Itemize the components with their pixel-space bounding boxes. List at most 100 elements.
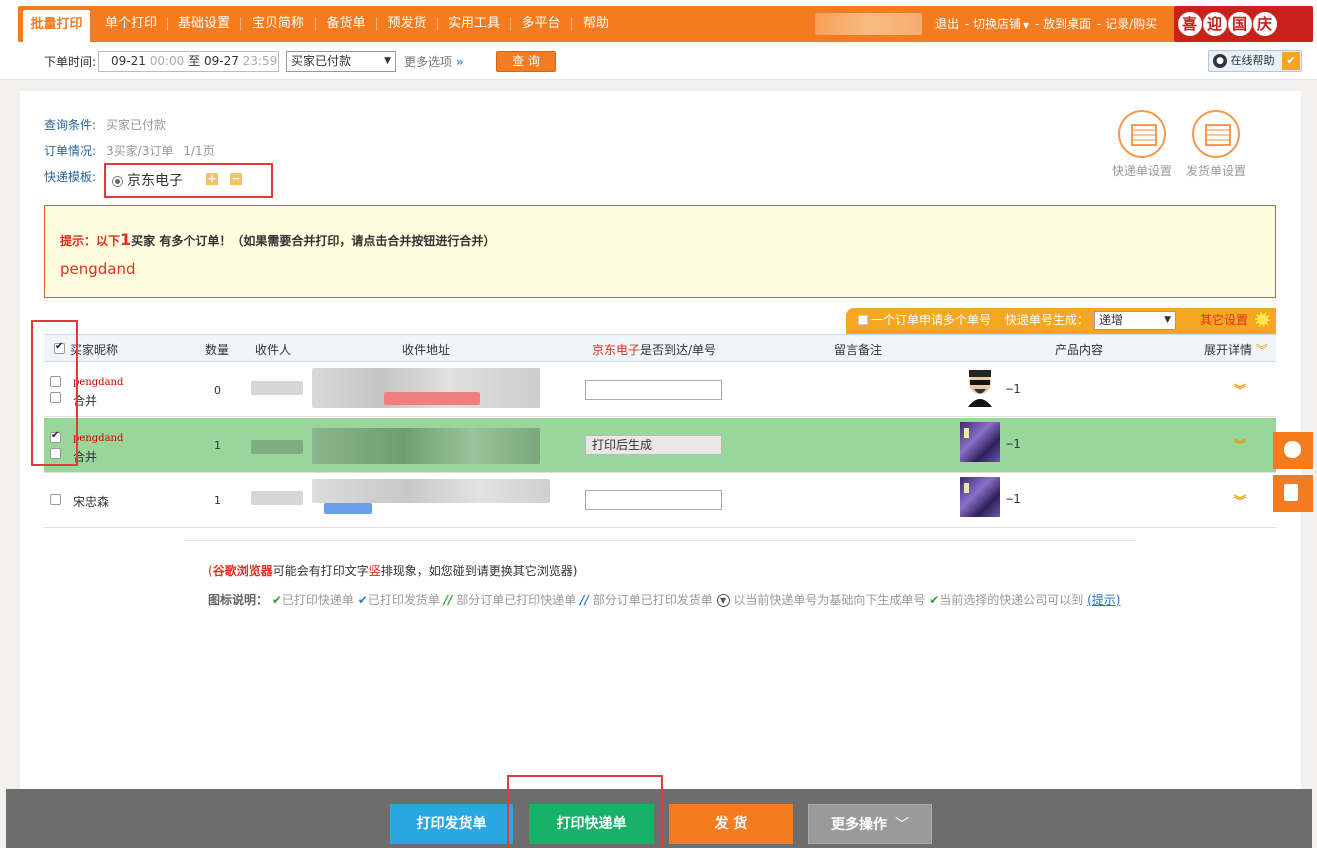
tab-stock-list[interactable]: 备货单 <box>320 6 372 42</box>
express-settings-button[interactable]: 快递单设置 <box>1110 110 1174 179</box>
tab-batch-print[interactable]: 批量打印 <box>23 10 90 42</box>
date-from: 09-21 <box>111 54 146 68</box>
col-waybill-suffix: 是否到达/单号 <box>640 343 717 357</box>
col-address: 收件地址 <box>402 343 451 357</box>
express-settings-label: 快递单设置 <box>1111 164 1172 178</box>
multi-waybill-label: 一个订单申请多个单号 <box>871 313 992 327</box>
tab-multi-platform[interactable]: 多平台 <box>515 6 567 42</box>
tab-tools[interactable]: 实用工具 <box>442 6 506 42</box>
product-thumbnail[interactable] <box>960 477 1000 517</box>
legend-item: 部分订单已打印发货单 <box>592 593 713 607</box>
dropdown-arrow-icon: ▼ <box>384 56 391 66</box>
double-chevron-icon: » <box>455 55 464 69</box>
logout-link[interactable]: 退出 <box>935 17 959 31</box>
table-row[interactable]: pengdand 合并 0 −1 ︾ <box>44 362 1276 417</box>
tip-prefix: 提示：以下 <box>60 234 121 248</box>
nav-divider <box>240 17 241 31</box>
switch-shop-link[interactable]: 切换店铺 <box>973 17 1021 31</box>
chevron-down-icon: ﹀ <box>895 817 909 833</box>
green-check-icon: ✔ <box>271 593 282 607</box>
more-operations-label: 更多操作 <box>831 817 887 833</box>
tab-help[interactable]: 帮助 <box>576 6 616 42</box>
product-thumbnail[interactable] <box>960 367 1000 407</box>
date-to: 09-27 <box>203 54 239 68</box>
tab-item-short-name[interactable]: 宝贝简称 <box>245 6 311 42</box>
circle-down-icon: ▼ <box>716 594 730 607</box>
order-status-select[interactable]: 买家已付款 ▼ <box>286 51 396 72</box>
blue-slash-icon: // <box>580 593 589 607</box>
legend-label: 图标说明： <box>208 593 269 607</box>
online-help-button[interactable]: ● 在线帮助 ✔ <box>1208 50 1302 72</box>
col-product: 产品内容 <box>1055 343 1104 357</box>
recipient-redacted <box>251 381 303 395</box>
expand-chevron-icon[interactable]: ︾ <box>1234 384 1246 396</box>
divider <box>184 540 1136 541</box>
highlight-box <box>104 163 273 198</box>
row-qty: 1 <box>214 439 221 452</box>
buyer-nickname[interactable]: pengdand <box>73 377 123 388</box>
warn-browser: 谷歌浏览器 <box>212 564 273 578</box>
green-check-icon: ✔ <box>929 593 940 607</box>
expand-chevron-icon[interactable]: ︾ <box>1234 439 1246 451</box>
tip-buyer[interactable]: pengdand <box>60 260 136 278</box>
icon-legend: 图标说明： ✔已打印快递单 ✔已打印发货单 // 部分订单已打印快递单 // 部… <box>208 591 1120 608</box>
order-summary-value: 3买家/3订单 <box>106 144 174 158</box>
buyer-nickname[interactable]: 宋忠森 <box>73 493 109 510</box>
table-header: 买家昵称 数量 收件人 收件地址 京东电子是否到达/单号 留言备注 产品内容 展… <box>44 334 1276 362</box>
time-from: 00:00 <box>149 54 185 68</box>
delivery-settings-label: 发货单设置 <box>1185 164 1246 178</box>
recipient-redacted <box>251 440 303 454</box>
other-settings-link[interactable]: 其它设置 <box>1200 308 1248 332</box>
tab-single-print[interactable]: 单个打印 <box>98 6 164 42</box>
table-row-selected[interactable]: pengdand 合并 1 打印后生成 −1 ︾ <box>44 418 1276 473</box>
avatar-image <box>968 370 992 407</box>
col-expand-label: 展开详情 <box>1204 343 1253 357</box>
chat-side-button[interactable] <box>1273 432 1313 469</box>
more-operations-button[interactable]: 更多操作 ﹀ <box>808 804 932 844</box>
waybill-gen-select[interactable]: 递增 ▼ <box>1094 311 1176 330</box>
more-options-link[interactable]: 更多选项 » <box>404 53 464 70</box>
waybill-input[interactable] <box>585 380 722 400</box>
multi-waybill-checkbox[interactable] <box>858 314 868 325</box>
green-slash-icon: // <box>443 593 453 607</box>
double-chevron-down-icon: ︾ <box>1252 343 1268 357</box>
date-to-separator: 至 <box>188 54 201 68</box>
address-redacted <box>312 428 540 464</box>
tab-pre-ship[interactable]: 预发货 <box>381 6 433 42</box>
order-time-label: 下单时间: <box>44 55 97 69</box>
expand-chevron-icon[interactable]: ︾ <box>1234 495 1246 507</box>
tip-message: 提示：以下1买家 有多个订单！（如果需要合并打印，请点击合并按钮进行合并） <box>60 230 495 249</box>
print-delivery-button[interactable]: 打印发货单 <box>390 804 513 844</box>
col-qty[interactable]: 数量 <box>205 341 229 358</box>
product-count: −1 <box>1006 437 1021 451</box>
browser-warning: (谷歌浏览器可能会有打印文字竖排现象，如您碰到请更换其它浏览器) <box>208 562 577 579</box>
desktop-link[interactable]: 放到桌面 <box>1043 17 1091 31</box>
waybill-input[interactable] <box>585 490 722 510</box>
legend-item: 部分订单已打印快递单 <box>456 593 577 607</box>
table-row[interactable]: 宋忠森 1 −1 ︾ <box>44 473 1276 528</box>
buyer-nickname[interactable]: pengdand <box>73 433 123 444</box>
row-qty: 0 <box>214 384 221 397</box>
tip-text: 买家 有多个订单！（如果需要合并打印，请点击合并按钮进行合并） <box>131 234 496 248</box>
feedback-side-button[interactable] <box>1273 475 1313 512</box>
username-redacted <box>815 13 922 35</box>
dropdown-arrow-icon: ▼ <box>1164 315 1171 325</box>
gear-icon[interactable] <box>1255 312 1270 327</box>
waybill-generated-field: 打印后生成 <box>585 435 722 455</box>
ship-button[interactable]: 发 货 <box>669 804 793 844</box>
date-range-input[interactable]: 09-21 00:00 至 09-27 23:59 <box>98 51 279 72</box>
order-summary: 订单情况: 3买家/3订单 1/1页 <box>44 142 215 159</box>
row-qty: 1 <box>214 494 221 507</box>
legend-hint-link[interactable]: (提示) <box>1087 593 1120 607</box>
records-link[interactable]: 记录/购买 <box>1105 17 1157 31</box>
nav-bar: 批量打印 单个打印 基础设置 宝贝简称 备货单 预发货 实用工具 多平台 帮助 … <box>18 6 1313 42</box>
row-checkbox[interactable] <box>50 494 61 505</box>
legend-item: 当前选择的快递公司可以到 <box>939 593 1084 607</box>
col-expand[interactable]: 展开详情 ︾ <box>1204 341 1268 358</box>
page-indicator: 1/1页 <box>183 144 215 158</box>
query-button[interactable]: 查 询 <box>496 51 556 72</box>
tab-basic-settings[interactable]: 基础设置 <box>172 6 236 42</box>
caret-down-icon: ▼ <box>1023 21 1030 30</box>
product-thumbnail[interactable] <box>960 422 1000 462</box>
delivery-settings-button[interactable]: 发货单设置 <box>1184 110 1248 179</box>
